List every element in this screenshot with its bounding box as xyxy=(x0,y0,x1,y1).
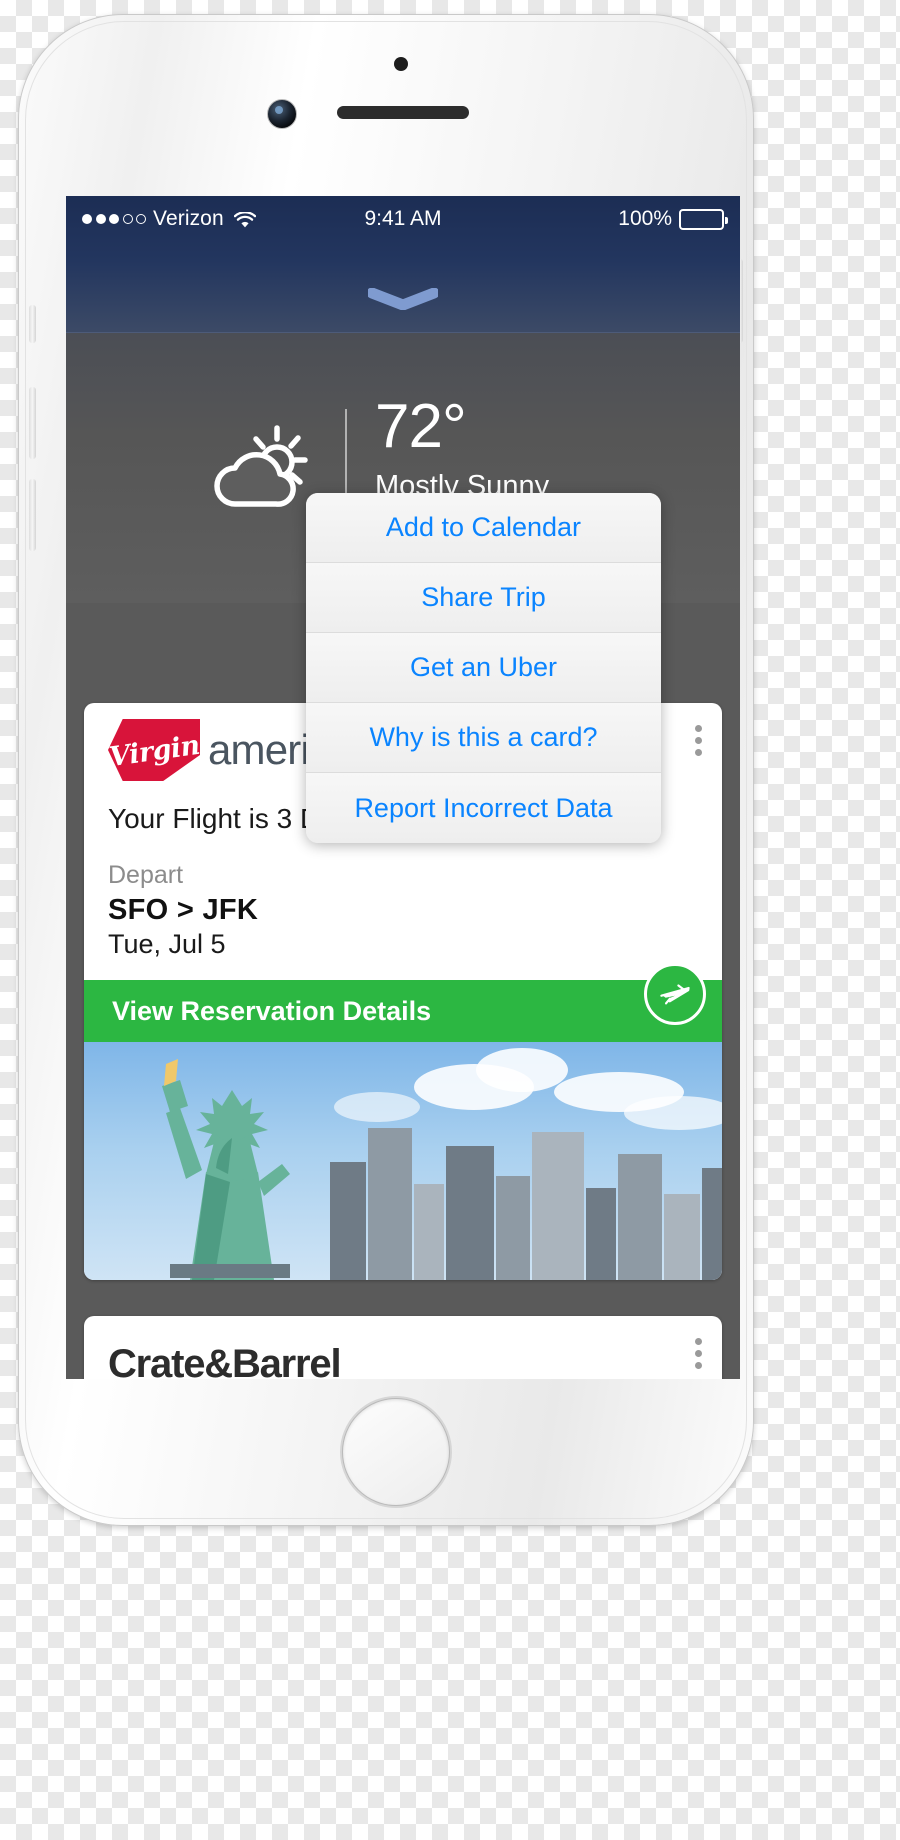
order-card[interactable]: Crate&Barrel You Placed an Order Order 1… xyxy=(84,1316,722,1379)
earpiece-speaker xyxy=(337,106,469,119)
weather-temperature: 72° xyxy=(375,392,467,461)
partly-cloudy-sun-icon xyxy=(201,420,317,516)
menu-item-share-trip[interactable]: Share Trip xyxy=(306,563,661,633)
flight-date: Tue, Jul 5 xyxy=(108,929,226,959)
flight-route: SFO > JFK xyxy=(108,894,259,926)
battery-percent-label: 100% xyxy=(618,207,672,230)
virgin-script-text: Virgin xyxy=(107,729,202,773)
signal-strength-icon xyxy=(82,214,146,224)
kebab-menu-icon[interactable] xyxy=(695,1338,702,1369)
wifi-icon xyxy=(233,210,256,228)
proximity-sensor xyxy=(394,57,408,71)
menu-item-add-to-calendar[interactable]: Add to Calendar xyxy=(306,493,661,563)
iphone-device-frame: Verizon 9:41 AM 100% 72° Mostly Sunny Vi… xyxy=(18,14,754,1526)
silent-switch[interactable] xyxy=(29,305,36,343)
action-sheet-menu[interactable]: Add to Calendar Share Trip Get an Uber W… xyxy=(306,493,661,843)
phone-screen: Verizon 9:41 AM 100% 72° Mostly Sunny Vi… xyxy=(66,196,740,1379)
front-camera xyxy=(267,99,297,129)
chevron-down-grabber-icon[interactable] xyxy=(366,287,440,311)
merchant-name: Crate&Barrel xyxy=(108,1342,342,1379)
depart-label: Depart xyxy=(108,861,184,889)
notification-center-header: Verizon 9:41 AM 100% xyxy=(66,196,740,333)
destination-photo xyxy=(84,1042,722,1280)
clock-label: 9:41 AM xyxy=(364,207,442,230)
home-button[interactable] xyxy=(340,1396,452,1508)
cta-label: View Reservation Details xyxy=(112,995,432,1026)
virgin-wing-mark-icon: Virgin xyxy=(108,719,200,781)
airplane-icon[interactable] xyxy=(644,963,706,1025)
carrier-label: Verizon xyxy=(153,207,224,230)
kebab-menu-icon[interactable] xyxy=(695,725,702,756)
menu-item-get-an-uber[interactable]: Get an Uber xyxy=(306,633,661,703)
status-bar: Verizon 9:41 AM 100% xyxy=(66,196,740,242)
volume-up-button[interactable] xyxy=(29,387,36,459)
statue-of-liberty xyxy=(136,1042,326,1280)
menu-item-why-is-this-a-card[interactable]: Why is this a card? xyxy=(306,703,661,773)
menu-item-report-incorrect-data[interactable]: Report Incorrect Data xyxy=(306,773,661,843)
view-reservation-details-button[interactable]: View Reservation Details xyxy=(84,963,722,1042)
battery-icon xyxy=(679,208,728,230)
volume-down-button[interactable] xyxy=(29,479,36,551)
